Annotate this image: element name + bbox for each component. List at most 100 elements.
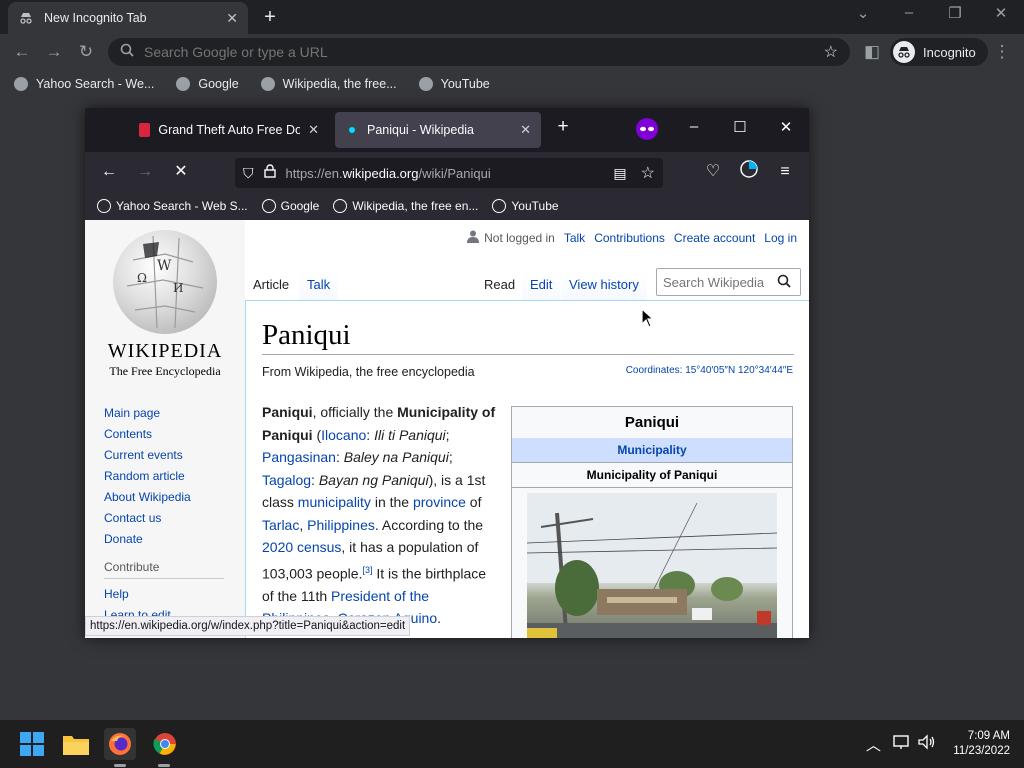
bookmark-label: Google	[198, 77, 239, 91]
firefox-running-indicator	[114, 764, 126, 767]
star-icon[interactable]: ☆	[641, 163, 655, 183]
side-panel-icon[interactable]: ◧	[860, 40, 884, 64]
shield-icon[interactable]: ⛉	[243, 165, 254, 182]
chrome-tab-new-incognito[interactable]: New Incognito Tab ✕	[8, 2, 248, 34]
restore-button[interactable]: ❐	[940, 4, 970, 22]
tab-view-history[interactable]: View history	[561, 270, 647, 300]
wiki-search-box[interactable]	[656, 268, 801, 296]
maximize-button[interactable]: ☐	[725, 118, 755, 136]
contributions-link[interactable]: Contributions	[594, 231, 665, 245]
infobox-type[interactable]: Municipality	[512, 438, 792, 462]
minimize-button[interactable]: –	[894, 4, 924, 21]
start-windows-icon[interactable]	[16, 728, 48, 760]
account-icon[interactable]	[737, 160, 761, 184]
taskbar-clock[interactable]: 7:09 AM 11/23/2022	[953, 729, 1010, 759]
minimize-button[interactable]: –	[679, 118, 709, 135]
bookmark-youtube[interactable]: YouTube	[492, 199, 559, 213]
link-pangasinan[interactable]: Pangasinan	[262, 449, 336, 465]
wikipedia-logo[interactable]: W Ω И WIKIPEDIA The Free Encyclopedia	[105, 230, 225, 380]
wiki-search-input[interactable]	[663, 274, 771, 290]
tab-edit[interactable]: Edit	[522, 270, 561, 300]
nav-contact-us[interactable]: Contact us	[104, 511, 224, 525]
bookmark-wikipedia[interactable]: Wikipedia, the free en...	[333, 199, 478, 213]
search-icon[interactable]	[777, 274, 791, 291]
close-window-button[interactable]: ✕	[986, 4, 1016, 22]
nav-main-page[interactable]: Main page	[104, 406, 224, 420]
omnibox-input[interactable]	[144, 44, 824, 60]
user-icon	[467, 230, 480, 246]
forward-button[interactable]: →	[42, 40, 66, 64]
clock-date: 11/23/2022	[953, 745, 1010, 757]
create-account-link[interactable]: Create account	[674, 231, 755, 245]
tab-talk[interactable]: Talk	[299, 270, 339, 300]
bookmark-yahoo[interactable]: Yahoo Search - We...	[14, 77, 154, 91]
log-in-link[interactable]: Log in	[764, 231, 797, 245]
stop-loading-button[interactable]: ✕	[169, 160, 193, 184]
link-ilocano[interactable]: Ilocano	[321, 427, 366, 443]
link-tarlac[interactable]: Tarlac	[262, 517, 299, 533]
link-philippines[interactable]: Philippines	[307, 517, 375, 533]
nav-donate[interactable]: Donate	[104, 532, 224, 546]
incognito-profile-button[interactable]: Incognito	[890, 38, 988, 66]
nav-current-events[interactable]: Current events	[104, 448, 224, 462]
nav-contents[interactable]: Contents	[104, 427, 224, 441]
chevron-up-icon[interactable]: ︿	[866, 734, 881, 755]
coordinates[interactable]: Coordinates: 15°40′05″N 120°34′44″E	[626, 365, 793, 376]
url-bar[interactable]: ⛉ https://en.wikipedia.org/wiki/Paniqui …	[235, 158, 663, 188]
url-text[interactable]: https://en.wikipedia.org/wiki/Paniqui	[286, 166, 614, 181]
lock-icon[interactable]	[263, 163, 276, 183]
menu-icon[interactable]: ⋮	[990, 40, 1014, 64]
bookmark-google[interactable]: Google	[261, 199, 319, 213]
bookmark-yahoo[interactable]: Yahoo Search - Web S...	[97, 199, 248, 213]
new-tab-button[interactable]: +	[548, 116, 578, 138]
link-municipality[interactable]: municipality	[298, 494, 371, 510]
close-icon[interactable]: ✕	[520, 122, 531, 138]
tab-article[interactable]: Article	[245, 270, 298, 300]
close-window-button[interactable]: ✕	[771, 118, 801, 136]
link-tagalog[interactable]: Tagalog	[262, 472, 311, 488]
bookmark-label: Wikipedia, the free en...	[352, 199, 479, 213]
nav-random-article[interactable]: Random article	[104, 469, 224, 483]
pocket-icon[interactable]: ♡	[701, 160, 725, 184]
back-button[interactable]: ←	[10, 40, 34, 64]
chevron-down-icon[interactable]: ⌄	[848, 4, 878, 22]
bookmark-google[interactable]: Google	[176, 77, 239, 91]
citation-3[interactable]: [3]	[362, 565, 372, 575]
menu-icon[interactable]: ≡	[773, 160, 797, 184]
infobox-photo[interactable]	[527, 493, 777, 638]
wiki-sidebar: W Ω И WIKIPEDIA The Free Encyclopedia Ma…	[85, 220, 245, 638]
omnibox[interactable]: ☆	[108, 38, 850, 66]
link-2020-census[interactable]: 2020 census	[262, 539, 341, 555]
link-province[interactable]: province	[413, 494, 466, 510]
chrome-running-indicator	[158, 764, 170, 767]
close-icon[interactable]: ✕	[308, 122, 319, 138]
chrome-taskbar-icon[interactable]	[149, 728, 181, 760]
star-icon[interactable]: ☆	[824, 42, 838, 62]
wikipedia-page: W Ω И WIKIPEDIA The Free Encyclopedia Ma…	[85, 220, 809, 638]
reload-button[interactable]: ↻	[74, 40, 98, 64]
tab-read[interactable]: Read	[476, 270, 524, 300]
close-icon[interactable]: ✕	[226, 10, 238, 27]
globe-icon	[333, 199, 348, 213]
reader-view-icon[interactable]: ▤	[613, 165, 626, 182]
file-explorer-icon[interactable]	[60, 728, 92, 760]
firefox-taskbar-icon[interactable]	[104, 728, 136, 760]
volume-icon[interactable]	[918, 734, 936, 754]
bookmark-wikipedia[interactable]: Wikipedia, the free...	[260, 77, 397, 91]
chrome-bookmarks-bar: Yahoo Search - We... Google Wikipedia, t…	[0, 70, 1024, 98]
bookmark-youtube[interactable]: YouTube	[418, 77, 490, 91]
firefox-tab-paniqui[interactable]: Paniqui - Wikipedia ✕	[335, 112, 541, 148]
bookmark-label: Wikipedia, the free...	[282, 77, 397, 91]
talk-link[interactable]: Talk	[564, 231, 585, 245]
new-tab-button[interactable]: +	[258, 6, 282, 28]
nav-help[interactable]: Help	[104, 587, 224, 601]
coords-value[interactable]: 15°40′05″N 120°34′44″E	[685, 365, 793, 376]
firefox-tab-gta[interactable]: Grand Theft Auto Free Down ✕	[129, 112, 329, 148]
lead-bold-title: Paniqui	[262, 404, 313, 420]
back-button[interactable]: ←	[97, 160, 121, 184]
svg-text:W: W	[157, 258, 172, 274]
network-icon[interactable]	[893, 734, 911, 754]
forward-button[interactable]: →	[133, 160, 157, 184]
nav-about-wikipedia[interactable]: About Wikipedia	[104, 490, 224, 504]
globe-icon	[14, 77, 28, 91]
